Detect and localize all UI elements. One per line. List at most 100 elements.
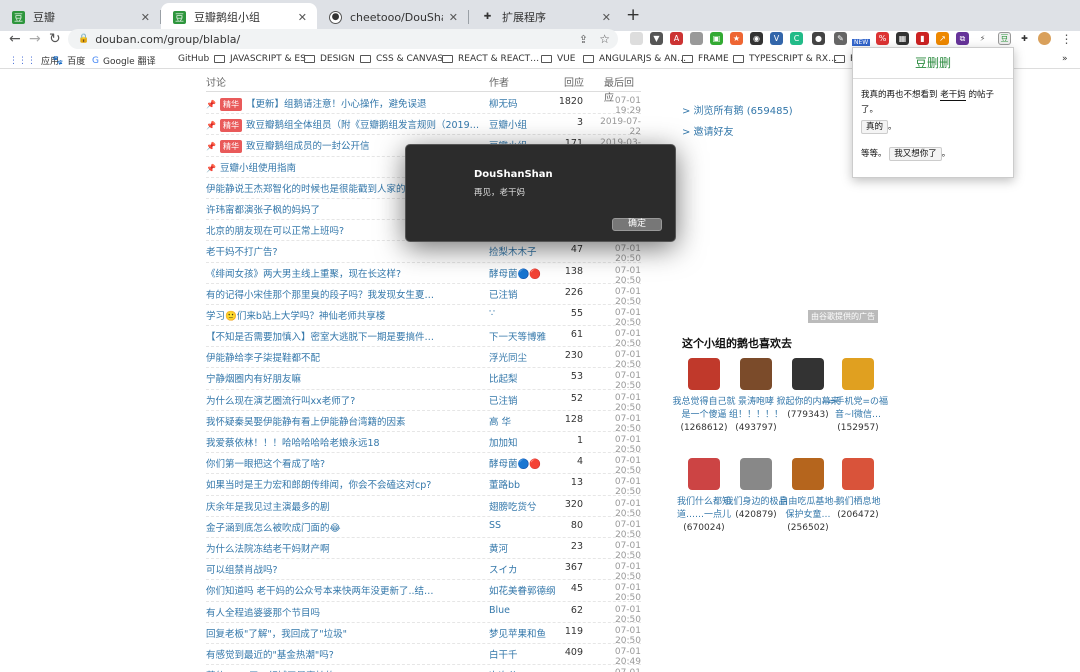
similar-group-item[interactable]: 鹅们栖息地 (206472) — [826, 458, 890, 522]
similar-group-item[interactable]: =手机党=の福音~l微信… (152957) — [826, 358, 890, 435]
extension-icon[interactable] — [630, 32, 643, 45]
author-link[interactable]: 已注销 — [489, 393, 559, 407]
author-link[interactable]: 豆瓣小组 — [489, 117, 559, 131]
topic-title-link[interactable]: 宁静烟圈内有好朋友嘛 — [206, 371, 484, 385]
topic-title-link[interactable]: 📌 精华 【更新】组鹅请注意！小心操作，避免误退 — [206, 96, 484, 111]
puzzle-icon[interactable]: ✚ — [1018, 32, 1031, 45]
bookmark-github[interactable]: GitHub — [178, 54, 209, 64]
tab-group[interactable]: 豆 豆瓣鹅组小组 ✕ — [161, 3, 317, 31]
bookmark-google-translate[interactable]: G Google 翻译 — [92, 54, 156, 68]
bookmark-baidu[interactable]: 🐾 百度 — [52, 54, 85, 68]
dialog-ok-button[interactable]: 确定 — [612, 218, 662, 231]
author-link[interactable]: 白干千 — [489, 647, 559, 661]
bolt-icon[interactable]: ⚡ — [976, 32, 989, 45]
author-link[interactable]: Blue — [489, 605, 559, 616]
topic-title-link[interactable]: 我怀疑秦昊娶伊能静有看上伊能静台湾籍的因素 — [206, 414, 484, 428]
topic-title-link[interactable]: 你们知道吗 老干妈的公众号本来快两年没更新了..结… — [206, 583, 484, 597]
group-name-link[interactable]: =手机党=の福音~l微信… — [826, 396, 890, 422]
author-link[interactable]: 柳无码 — [489, 96, 559, 110]
extension-icon[interactable]: ▼ — [650, 32, 663, 45]
bookmark-folder[interactable]: ANGULARJS & AN… — [583, 54, 686, 64]
close-icon[interactable]: ✕ — [298, 11, 307, 24]
author-link[interactable]: スイカ — [489, 562, 559, 576]
topic-title-link[interactable]: 为什么法院冻结老干妈财产啊 — [206, 541, 484, 555]
topic-title-link[interactable]: 你们第一眼把这个看成了啥? — [206, 456, 484, 470]
author-link[interactable]: 浮光同尘 — [489, 350, 559, 364]
really-button[interactable]: 真的 — [861, 120, 889, 134]
extension-icon[interactable]: ▣ — [710, 32, 723, 45]
close-icon[interactable]: ✕ — [602, 11, 611, 24]
topic-title-link[interactable]: 庆余年是我见过主演最多的剧 — [206, 499, 484, 513]
topic-title-link[interactable]: 苏仙1999了，领域了最害怕的… — [206, 668, 484, 672]
author-link[interactable]: 次次分 — [489, 668, 559, 672]
extension-icon[interactable]: V — [770, 32, 783, 45]
author-link[interactable]: 梦见苹果和鱼 — [489, 626, 559, 640]
topic-title-link[interactable]: 有人全程追婆婆那个节目吗 — [206, 605, 484, 619]
extension-icon[interactable]: ★ — [730, 32, 743, 45]
angular-extension-icon[interactable]: A — [670, 32, 683, 45]
extension-icon[interactable]: ✎ — [834, 32, 847, 45]
topic-title-link[interactable]: 《绯闻女孩》两大男主线上重聚，现在长这样? — [206, 266, 484, 280]
topic-title-link[interactable]: 为什么现在演艺圈流行叫xx老师了? — [206, 393, 484, 407]
group-avatar[interactable] — [688, 458, 720, 490]
more-menu-icon[interactable]: ⋮ — [1060, 32, 1073, 46]
bookmark-folder[interactable]: JAVASCRIPT & ES — [214, 54, 306, 64]
close-icon[interactable]: ✕ — [141, 11, 150, 24]
extension-icon[interactable]: ● — [812, 32, 825, 45]
group-avatar[interactable] — [740, 358, 772, 390]
author-link[interactable]: 高 华 — [489, 414, 559, 428]
author-link[interactable]: 如花美眷郭德纲 — [489, 583, 559, 597]
share-icon[interactable]: ⇪ — [579, 33, 588, 46]
topic-title-link[interactable]: 伊能静给李子柒提鞋都不配 — [206, 350, 484, 364]
author-link[interactable]: 加加知 — [489, 435, 559, 449]
topic-title-link[interactable]: 有感觉到最近的"基金热潮"吗? — [206, 647, 484, 661]
tab-extensions[interactable]: ✚ 扩展程序 ✕ — [469, 3, 621, 31]
topic-title-link[interactable]: 老干妈不打广告? — [206, 244, 484, 258]
topic-title-link[interactable]: 如果当时是王力宏和郎朗传绯闻，你会不会磕这对cp? — [206, 477, 484, 491]
extension-icon[interactable]: % — [876, 32, 889, 45]
bookmark-folder[interactable]: VUE — [541, 54, 575, 64]
tab-github[interactable]: ● cheetooo/DouShanShan: 我不… ✕ — [317, 3, 468, 31]
new-tab-button[interactable]: + — [626, 5, 640, 25]
back-icon[interactable]: ← — [9, 31, 21, 47]
reload-icon[interactable]: ↻ — [49, 31, 61, 47]
invite-friends-link[interactable]: > 邀请好友 — [682, 123, 734, 138]
author-link[interactable]: 翅膀吃货兮 — [489, 499, 559, 513]
topic-title-link[interactable]: 📌 精华 致豆瓣鹅组全体组员（附《豆瓣鹅组发言规则（2019… — [206, 117, 484, 133]
group-avatar[interactable] — [792, 458, 824, 490]
tab-douban[interactable]: 豆 豆瓣 ✕ — [0, 3, 160, 31]
blocked-keyword[interactable]: 老干妈 — [940, 90, 966, 101]
author-link[interactable]: 黄河 — [489, 541, 559, 555]
author-link[interactable]: 下一天等博雅 — [489, 329, 559, 343]
topic-title-link[interactable]: 学习🙂们来b站上大学吗？神仙老师共享楼 — [206, 308, 484, 322]
group-avatar[interactable] — [688, 358, 720, 390]
author-link[interactable]: SS — [489, 520, 559, 531]
topic-title-link[interactable]: 回复老板"了解"，我回成了"垃圾" — [206, 626, 484, 640]
group-avatar[interactable] — [740, 458, 772, 490]
group-avatar[interactable] — [842, 458, 874, 490]
bookmark-folder[interactable]: TYPESCRIPT & RX… — [733, 54, 837, 64]
bookmarks-overflow[interactable]: » — [1062, 54, 1068, 64]
author-link[interactable]: 比起梨 — [489, 371, 559, 385]
topic-title-link[interactable]: 【不知是否需要加慎入】密室大逃脱下一期是要搞件… — [206, 329, 484, 343]
bookmark-folder[interactable]: REACT & REACT… — [442, 54, 539, 64]
topic-title-link[interactable]: 金子涵到底怎么被吹成门面的😂 — [206, 520, 484, 534]
author-link[interactable]: 酵母菌🔵🔴 — [489, 266, 559, 280]
extension-icon[interactable]: ⧉ — [956, 32, 969, 45]
topic-title-link[interactable]: 我爱蔡依林！！！哈哈哈哈哈老娘永远18 — [206, 435, 484, 449]
topic-title-link[interactable]: 可以组禁肖战吗? — [206, 562, 484, 576]
close-icon[interactable]: ✕ — [449, 11, 458, 24]
extension-icon[interactable] — [690, 32, 703, 45]
address-bar[interactable]: 🔒 douban.com/group/blabla/ ⇪ ☆ — [68, 29, 618, 49]
group-avatar[interactable] — [792, 358, 824, 390]
extension-icon[interactable]: C — [790, 32, 803, 45]
author-link[interactable]: ∵ — [489, 308, 559, 319]
author-link[interactable]: 已注销 — [489, 287, 559, 301]
extension-icon[interactable]: ◉ — [750, 32, 763, 45]
author-link[interactable]: 酵母菌🔵🔴 — [489, 456, 559, 470]
forward-icon[interactable]: → — [29, 31, 41, 47]
bookmark-folder[interactable]: FRAME — [682, 54, 729, 64]
author-link[interactable]: 捡梨木木子 — [489, 244, 559, 258]
group-name-link[interactable]: 鹅们栖息地 — [826, 496, 890, 509]
group-avatar[interactable] — [842, 358, 874, 390]
